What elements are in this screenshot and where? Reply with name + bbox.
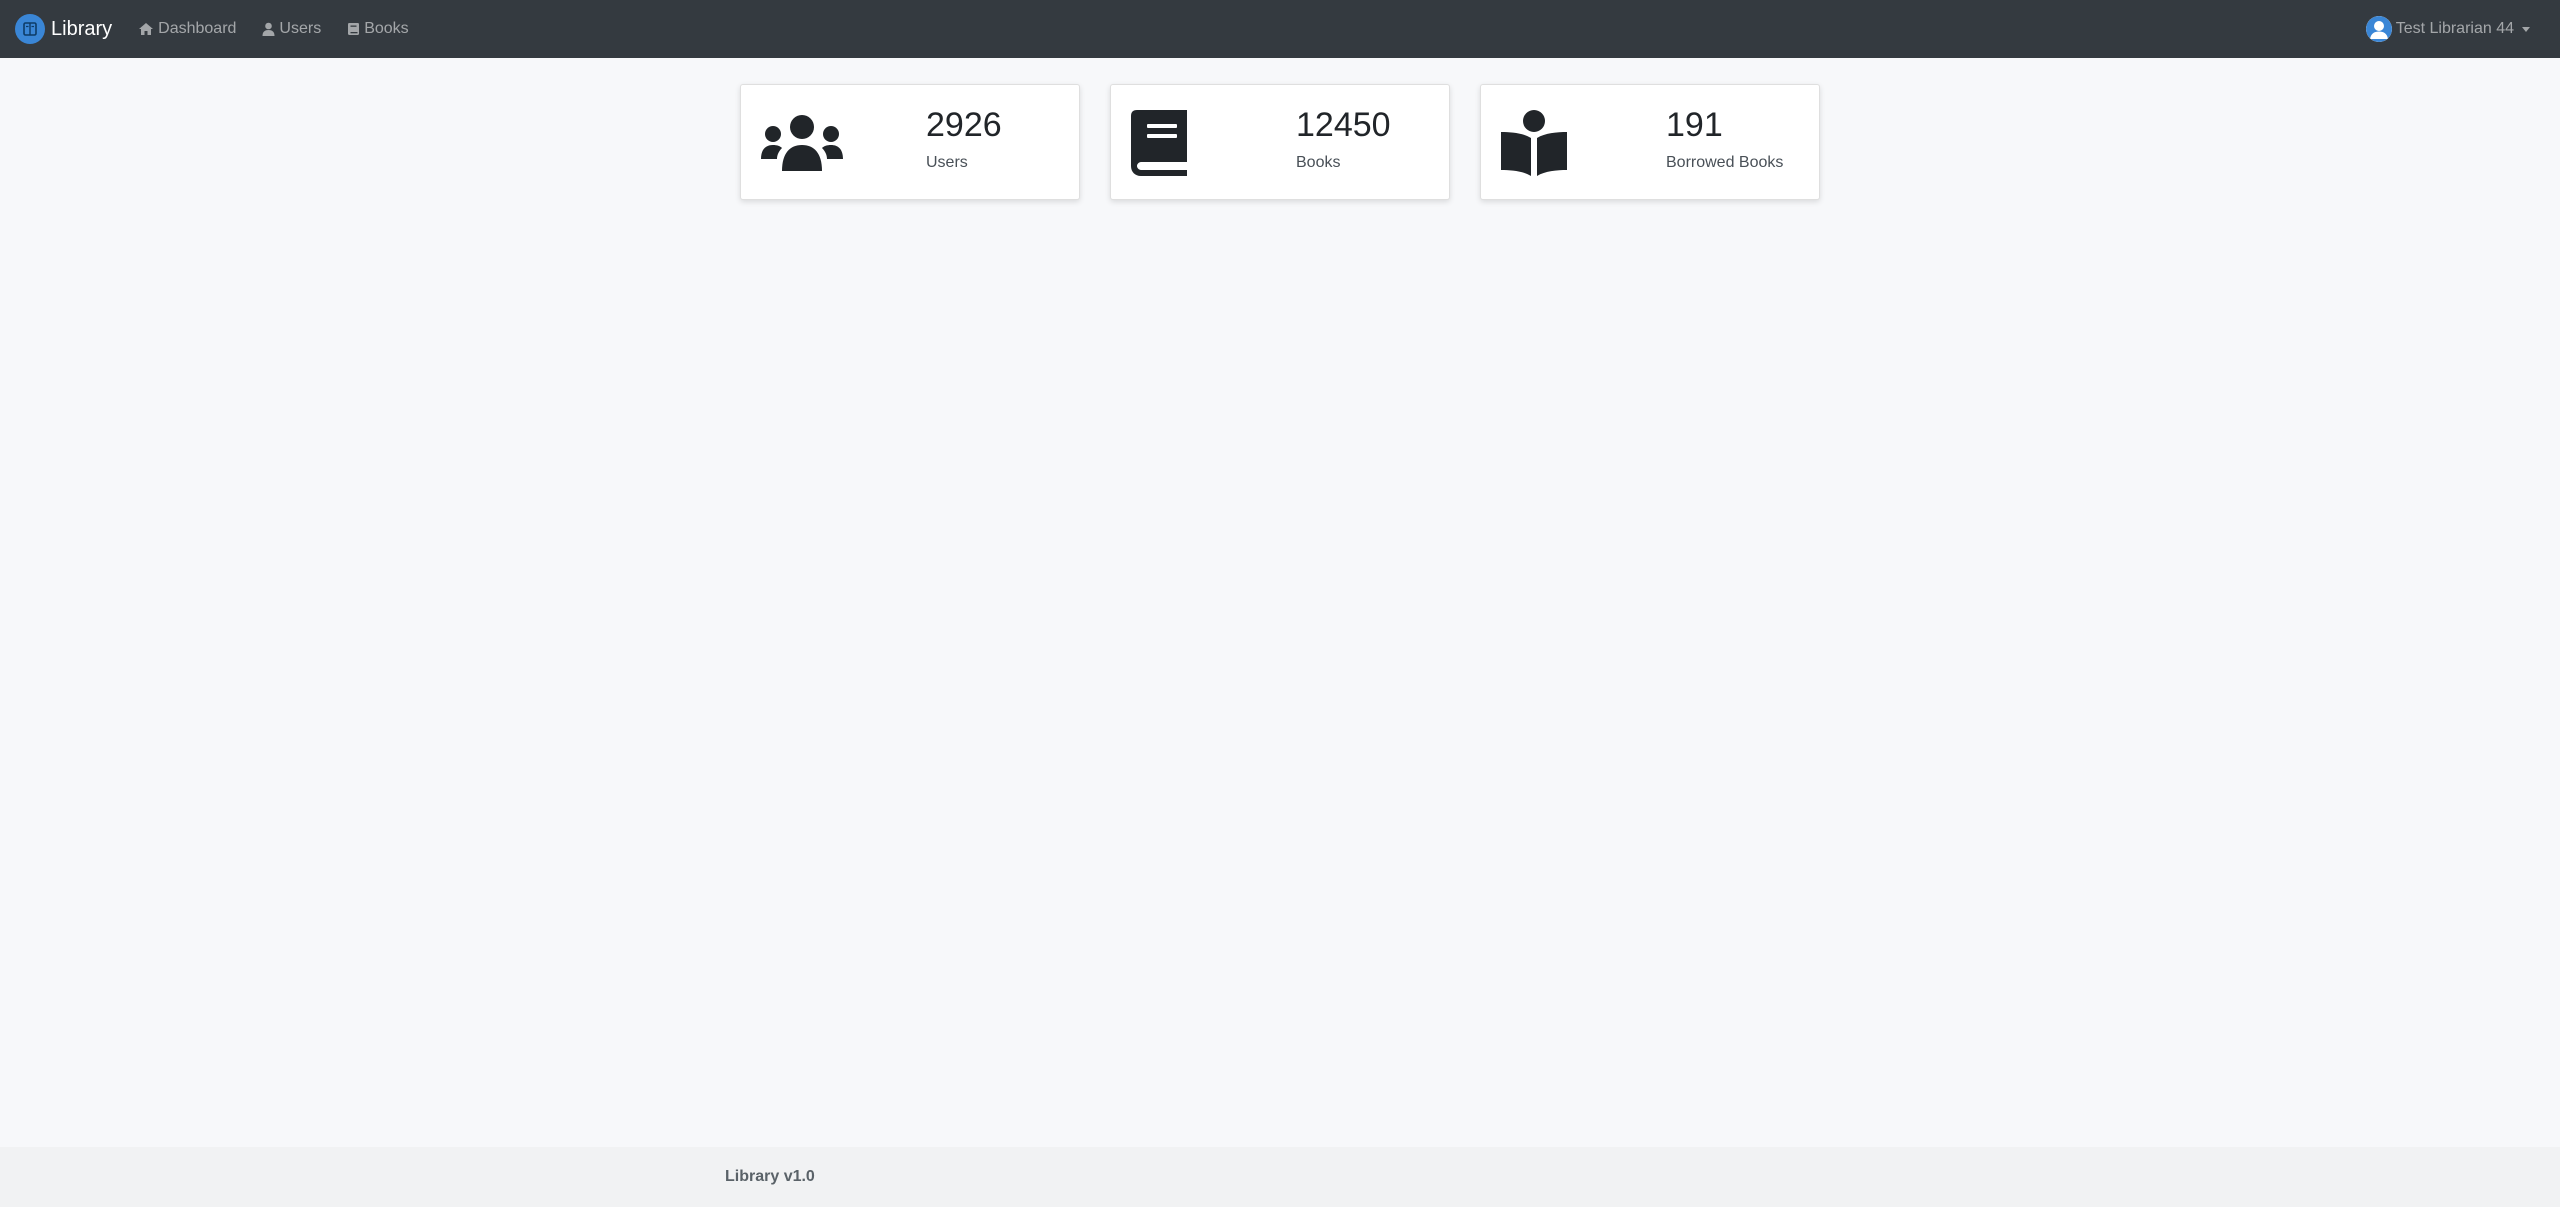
user-icon xyxy=(262,22,275,36)
footer-version-text: Library v1.0 xyxy=(725,1168,815,1185)
nav-link-dashboard[interactable]: Dashboard xyxy=(138,20,236,38)
library-logo-icon xyxy=(15,14,45,44)
nav-link-label: Users xyxy=(279,20,322,37)
nav-link-label: Books xyxy=(364,20,409,37)
brand-label: Library xyxy=(51,17,113,40)
book-icon xyxy=(347,22,360,36)
user-name: Test Librarian 44 xyxy=(2395,20,2514,37)
stat-label-books: Books xyxy=(1296,154,1341,172)
book-reader-icon xyxy=(1501,110,1585,176)
stat-value-borrowed-books: 191 xyxy=(1666,106,1723,144)
top-navbar: Library Dashboard Users Books Test Libra… xyxy=(0,0,2560,58)
stat-card-books[interactable]: 12450 Books xyxy=(1110,84,1450,200)
stat-label-borrowed-books: Borrowed Books xyxy=(1666,154,1784,172)
stat-value-books: 12450 xyxy=(1296,106,1391,144)
stat-card-users[interactable]: 2926 Users xyxy=(740,84,1080,200)
nav-link-label: Dashboard xyxy=(158,20,237,37)
brand-link[interactable]: Library xyxy=(15,14,112,44)
nav-link-books[interactable]: Books xyxy=(347,20,409,38)
book-icon xyxy=(1131,110,1215,176)
nav-link-users[interactable]: Users xyxy=(262,20,321,38)
users-group-icon xyxy=(761,111,845,175)
stat-value-users: 2926 xyxy=(926,106,1002,144)
user-menu-dropdown[interactable]: Test Librarian 44 xyxy=(2365,0,2530,58)
page-footer: Library v1.0 xyxy=(0,1147,2560,1207)
stat-label-users: Users xyxy=(926,154,968,172)
chevron-down-icon xyxy=(2522,26,2530,32)
stats-cards: 2926 Users 12450 Books 191 Borrowed Book… xyxy=(740,84,1820,200)
home-icon xyxy=(138,22,154,36)
stat-card-borrowed-books[interactable]: 191 Borrowed Books xyxy=(1480,84,1820,200)
user-avatar-icon xyxy=(2365,16,2392,42)
nav-links: Dashboard Users Books xyxy=(138,20,435,38)
